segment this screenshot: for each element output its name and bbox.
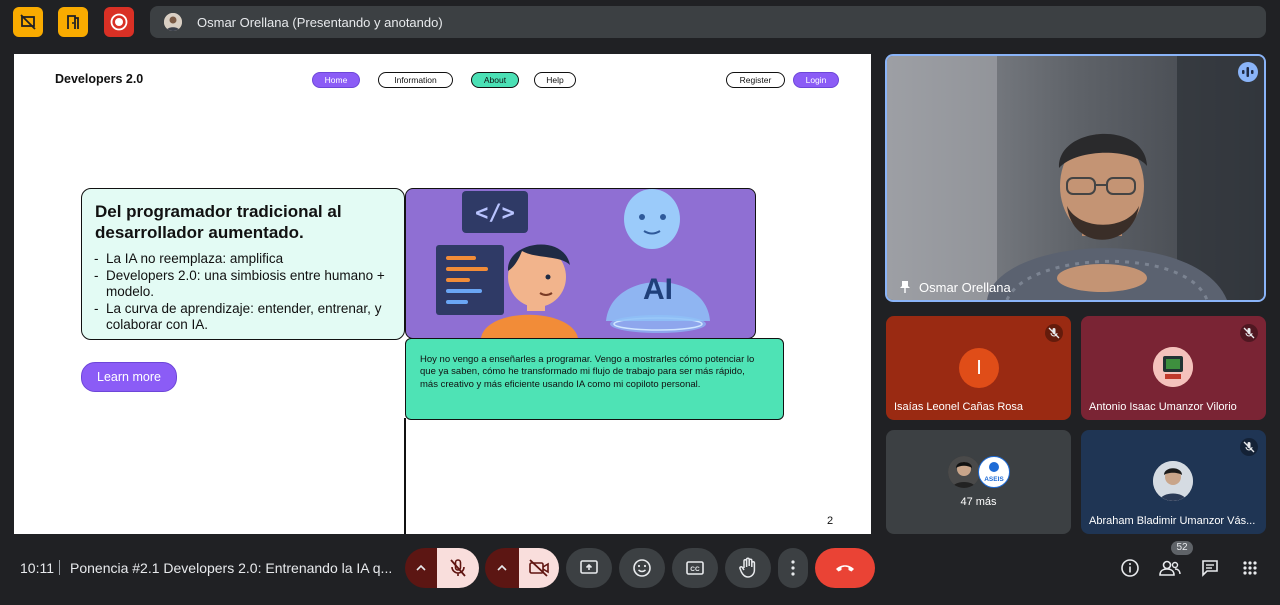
mic-off-indicator bbox=[1240, 438, 1258, 456]
ai-label: AI bbox=[643, 273, 673, 306]
participant-tile[interactable]: Abraham Bladimir Umanzor Vás... bbox=[1081, 430, 1266, 534]
hide-presentation-button[interactable] bbox=[13, 7, 43, 37]
meeting-info-button[interactable] bbox=[1118, 556, 1142, 580]
mic-toggle-button[interactable] bbox=[437, 548, 479, 588]
slide-divider-line bbox=[404, 418, 406, 534]
presenter-label: Osmar Orellana (Presentando y anotando) bbox=[197, 15, 443, 30]
people-button[interactable] bbox=[1158, 556, 1182, 580]
mic-options-button[interactable] bbox=[405, 548, 437, 588]
audio-bars-icon bbox=[1242, 67, 1254, 77]
speaker-video-tile[interactable]: Osmar Orellana bbox=[885, 54, 1266, 302]
reactions-button[interactable] bbox=[619, 548, 665, 588]
avatar bbox=[948, 456, 980, 488]
aseis-label: ASEIS bbox=[984, 476, 1004, 483]
companion-mode-button[interactable] bbox=[58, 7, 88, 37]
people-count-badge: 52 bbox=[1171, 541, 1193, 555]
info-icon bbox=[1121, 559, 1139, 577]
captions-icon: CC bbox=[686, 561, 704, 575]
camera-off-icon bbox=[529, 559, 549, 577]
slide-nav-information: Information bbox=[378, 72, 453, 88]
door-icon bbox=[67, 15, 79, 29]
hand-icon bbox=[739, 557, 756, 578]
mic-off-indicator bbox=[1240, 324, 1258, 342]
mic-off-icon bbox=[1243, 327, 1255, 339]
participant-name: Isaías Leonel Cañas Rosa bbox=[894, 401, 1024, 413]
participant-name: Abraham Bladimir Umanzor Vás... bbox=[1089, 515, 1256, 527]
mic-off-icon bbox=[450, 559, 466, 577]
slide-nav-home: Home bbox=[312, 72, 360, 88]
mic-off-icon bbox=[1048, 327, 1060, 339]
aseis-logo: ASEIS bbox=[978, 456, 1010, 488]
more-participants-tile[interactable]: ASEIS 47 más bbox=[886, 430, 1071, 534]
mic-off-indicator bbox=[1045, 324, 1063, 342]
slide-info-card: Del programador tradicional al desarroll… bbox=[81, 188, 405, 340]
slide-card-title: Del programador tradicional al desarroll… bbox=[95, 202, 342, 242]
present-screen-button[interactable] bbox=[566, 548, 612, 588]
slide-bullet: La curva de aprendizaje: entender, entre… bbox=[94, 301, 394, 334]
more-vert-icon bbox=[791, 560, 795, 576]
speaker-video bbox=[887, 56, 1264, 300]
apps-grid-icon bbox=[1243, 561, 1257, 575]
slide-speech-box: Hoy no vengo a enseñarles a programar. V… bbox=[405, 338, 784, 420]
chevron-up-icon bbox=[416, 564, 426, 571]
chat-button[interactable] bbox=[1198, 556, 1222, 580]
captions-button[interactable]: CC bbox=[672, 548, 718, 588]
slide-nav-login: Login bbox=[793, 72, 839, 88]
hang-up-icon bbox=[836, 565, 854, 572]
chat-icon bbox=[1202, 560, 1218, 577]
slide-illustration: </> AI bbox=[405, 188, 756, 339]
raise-hand-button[interactable] bbox=[725, 548, 771, 588]
slide-nav-about: About bbox=[471, 72, 519, 88]
slide-learn-more-button: Learn more bbox=[81, 362, 177, 392]
meeting-title: Ponencia #2.1 Developers 2.0: Entrenando… bbox=[70, 560, 393, 576]
svg-text:CC: CC bbox=[690, 566, 700, 573]
slide-bullet: La IA no reemplaza: amplifica bbox=[94, 251, 394, 268]
avatar bbox=[1153, 347, 1193, 387]
presenter-avatar bbox=[164, 13, 182, 31]
chevron-up-icon bbox=[497, 564, 507, 571]
participant-tile[interactable]: I Isaías Leonel Cañas Rosa bbox=[886, 316, 1071, 420]
speaking-indicator bbox=[1238, 62, 1258, 82]
emoji-icon bbox=[633, 559, 651, 577]
people-icon bbox=[1159, 560, 1181, 576]
slide-nav-register: Register bbox=[726, 72, 785, 88]
code-tag-label: </> bbox=[475, 201, 515, 226]
hide-presentation-icon bbox=[20, 14, 36, 30]
leave-call-button[interactable] bbox=[815, 548, 875, 588]
slide-bullet: Developers 2.0: una simbiosis entre huma… bbox=[94, 268, 394, 301]
record-icon bbox=[110, 13, 128, 31]
slide-speech-text: Hoy no vengo a enseñarles a programar. V… bbox=[420, 354, 755, 390]
speaker-name: Osmar Orellana bbox=[919, 280, 1011, 295]
avatar bbox=[1153, 461, 1193, 501]
slide-brand: Developers 2.0 bbox=[55, 72, 144, 86]
avatar: I bbox=[959, 348, 999, 388]
mic-off-icon bbox=[1243, 441, 1255, 453]
clock: 10:11 bbox=[20, 560, 54, 576]
slide-nav-help: Help bbox=[534, 72, 576, 88]
activities-button[interactable] bbox=[1238, 556, 1262, 580]
present-icon bbox=[580, 560, 598, 574]
presentation-slide: Developers 2.0 Home Information About He… bbox=[14, 54, 871, 534]
slide-page-number: 2 bbox=[827, 515, 834, 527]
more-options-button[interactable] bbox=[778, 548, 808, 588]
slide-bullet-list: La IA no reemplaza: amplifica Developers… bbox=[94, 251, 394, 334]
participant-tile[interactable]: Antonio Isaac Umanzor Vilorio bbox=[1081, 316, 1266, 420]
recording-button[interactable] bbox=[104, 7, 134, 37]
camera-options-button[interactable] bbox=[485, 548, 519, 588]
camera-toggle-button[interactable] bbox=[519, 548, 559, 588]
participant-name: Antonio Isaac Umanzor Vilorio bbox=[1089, 401, 1237, 413]
more-participants-label: 47 más bbox=[960, 496, 997, 508]
bottom-divider bbox=[59, 560, 60, 575]
pin-icon[interactable] bbox=[899, 280, 911, 294]
